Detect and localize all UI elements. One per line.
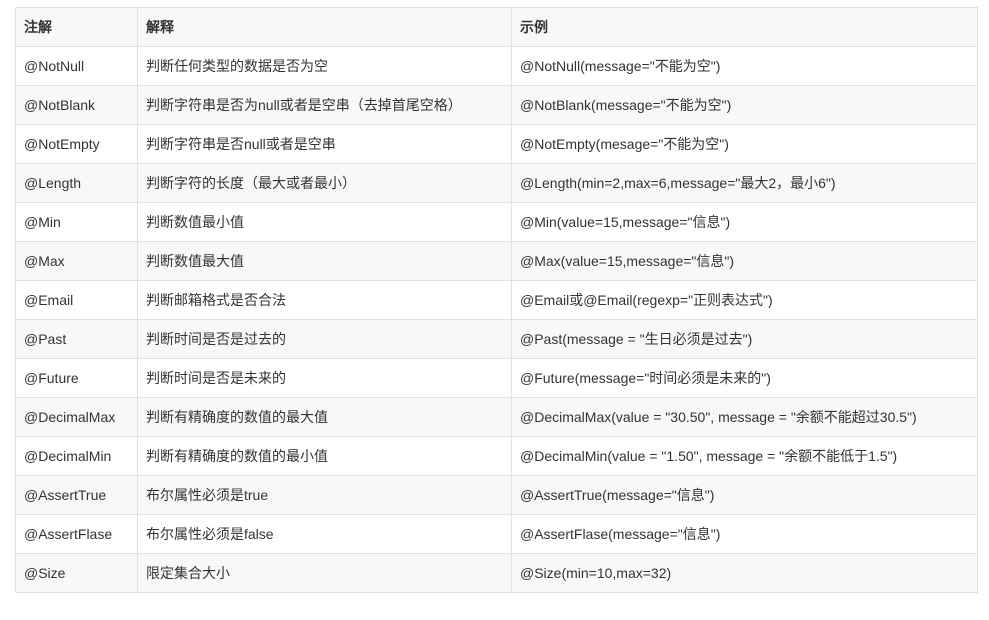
header-explanation: 解释 <box>137 7 512 47</box>
cell-annotation: @Min <box>15 202 138 242</box>
table-row: @Max 判断数值最大值 @Max(value=15,message="信息") <box>15 241 978 281</box>
header-annotation: 注解 <box>15 7 138 47</box>
table-row: @AssertTrue 布尔属性必须是true @AssertTrue(messag… <box>15 475 978 515</box>
cell-example: @AssertFlase(message="信息") <box>511 514 978 554</box>
cell-example: @NotEmpty(mesage="不能为空") <box>511 124 978 164</box>
cell-annotation: @NotBlank <box>15 85 138 125</box>
cell-explanation: 判断字符串是否null或者是空串 <box>137 124 512 164</box>
cell-annotation: @DecimalMin <box>15 436 138 476</box>
table-row: @DecimalMax 判断有精确度的数值的最大值 @DecimalMax(valu… <box>15 397 978 437</box>
table-row: @NotNull 判断任何类型的数据是否为空 @NotNull(message="不… <box>15 46 978 86</box>
cell-explanation: 判断字符串是否为null或者是空串（去掉首尾空格） <box>137 85 512 125</box>
annotation-table-container: 注解 解释 示例 @NotNull 判断任何类型的数据是否为空 @NotNull(m… <box>15 7 978 593</box>
cell-explanation: 判断数值最大值 <box>137 241 512 281</box>
table-row: @Future 判断时间是否是未来的 @Future(message="时间必须是未… <box>15 358 978 398</box>
table-row: @Min 判断数值最小值 @Min(value=15,message="信息") <box>15 202 978 242</box>
cell-example: @Email或@Email(regexp="正则表达式") <box>511 280 978 320</box>
cell-example: @DecimalMin(value = "1.50", message = "余… <box>511 436 978 476</box>
cell-explanation: 判断数值最小值 <box>137 202 512 242</box>
cell-explanation: 布尔属性必须是true <box>137 475 512 515</box>
annotation-table: 注解 解释 示例 @NotNull 判断任何类型的数据是否为空 @NotNull(m… <box>15 7 978 593</box>
table-header: 注解 解释 示例 <box>15 7 978 47</box>
cell-example: @Past(message = "生日必须是过去") <box>511 319 978 359</box>
cell-example: @NotNull(message="不能为空") <box>511 46 978 86</box>
cell-example: @Future(message="时间必须是未来的") <box>511 358 978 398</box>
cell-explanation: 判断有精确度的数值的最大值 <box>137 397 512 437</box>
cell-annotation: @Email <box>15 280 138 320</box>
cell-annotation: @DecimalMax <box>15 397 138 437</box>
table-row: @Size 限定集合大小 @Size(min=10,max=32) <box>15 553 978 593</box>
table-body: @NotNull 判断任何类型的数据是否为空 @NotNull(message="不… <box>15 46 978 593</box>
cell-example: @Min(value=15,message="信息") <box>511 202 978 242</box>
cell-example: @Size(min=10,max=32) <box>511 553 978 593</box>
cell-example: @Length(min=2,max=6,message="最大2，最小6") <box>511 163 978 203</box>
cell-explanation: 布尔属性必须是false <box>137 514 512 554</box>
table-row: @Past 判断时间是否是过去的 @Past(message = "生日必须是过去"… <box>15 319 978 359</box>
cell-explanation: 限定集合大小 <box>137 553 512 593</box>
cell-annotation: @Max <box>15 241 138 281</box>
cell-annotation: @NotEmpty <box>15 124 138 164</box>
cell-annotation: @AssertFlase <box>15 514 138 554</box>
cell-annotation: @AssertTrue <box>15 475 138 515</box>
cell-annotation: @Future <box>15 358 138 398</box>
header-example: 示例 <box>511 7 978 47</box>
cell-annotation: @NotNull <box>15 46 138 86</box>
cell-explanation: 判断邮箱格式是否合法 <box>137 280 512 320</box>
cell-annotation: @Past <box>15 319 138 359</box>
table-row: @Length 判断字符的长度（最大或者最小） @Length(min=2,max=… <box>15 163 978 203</box>
cell-explanation: 判断字符的长度（最大或者最小） <box>137 163 512 203</box>
cell-example: @Max(value=15,message="信息") <box>511 241 978 281</box>
cell-annotation: @Size <box>15 553 138 593</box>
cell-example: @AssertTrue(message="信息") <box>511 475 978 515</box>
cell-annotation: @Length <box>15 163 138 203</box>
cell-explanation: 判断时间是否是过去的 <box>137 319 512 359</box>
cell-example: @NotBlank(message="不能为空") <box>511 85 978 125</box>
table-row: @NotBlank 判断字符串是否为null或者是空串（去掉首尾空格） @NotBl… <box>15 85 978 125</box>
cell-explanation: 判断有精确度的数值的最小值 <box>137 436 512 476</box>
table-row: @Email 判断邮箱格式是否合法 @Email或@Email(regexp="正则… <box>15 280 978 320</box>
table-header-row: 注解 解释 示例 <box>15 7 978 47</box>
table-row: @DecimalMin 判断有精确度的数值的最小值 @DecimalMin(valu… <box>15 436 978 476</box>
cell-example: @DecimalMax(value = "30.50", message = "… <box>511 397 978 437</box>
cell-explanation: 判断时间是否是未来的 <box>137 358 512 398</box>
table-row: @NotEmpty 判断字符串是否null或者是空串 @NotEmpty(mesag… <box>15 124 978 164</box>
table-row: @AssertFlase 布尔属性必须是false @AssertFlase(mes… <box>15 514 978 554</box>
cell-explanation: 判断任何类型的数据是否为空 <box>137 46 512 86</box>
